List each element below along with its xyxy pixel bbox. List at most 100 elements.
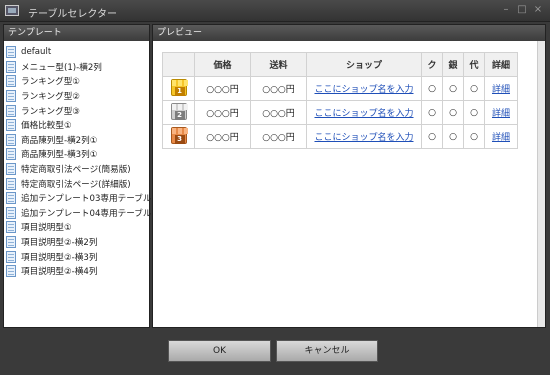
list-item[interactable]: ランキング型③ (6, 103, 147, 118)
column-header-cod: 代 (463, 52, 485, 77)
list-item[interactable]: ランキング型① (6, 74, 147, 89)
detail-cell: 詳細 (484, 124, 518, 149)
template-label: 商品陳列型-横2列① (21, 135, 98, 146)
rank-number: 1 (174, 86, 185, 96)
cod-cell: ○ (463, 100, 485, 125)
list-item[interactable]: 項目説明型②-横2列 (6, 235, 147, 250)
column-header-price: 価格 (194, 52, 251, 77)
app-icon (5, 5, 19, 16)
bank-cell: ○ (442, 124, 464, 149)
shipping-cell: ○○○円 (250, 124, 307, 149)
template-label: 項目説明型① (21, 223, 72, 234)
shipping-cell: ○○○円 (250, 100, 307, 125)
shop-link[interactable]: ここにショップ名を入力 (314, 133, 413, 143)
detail-cell: 詳細 (484, 76, 518, 101)
document-icon (6, 46, 16, 59)
silver-crown-icon: 2 (170, 102, 188, 120)
minimize-icon[interactable]: – (500, 4, 512, 16)
list-item[interactable]: 価格比較型① (6, 118, 147, 133)
table-row: 2 ○○○円 ○○○円 ここにショップ名を入力 ○ ○ ○ 詳細 (162, 100, 518, 125)
template-label: ランキング型② (21, 92, 81, 103)
document-icon (6, 148, 16, 161)
price-cell: ○○○円 (194, 76, 251, 101)
template-label: メニュー型(1)-横2列 (21, 62, 102, 73)
list-item[interactable]: 商品陳列型-横3列① (6, 147, 147, 162)
preview-panel: プレビュー 価格 送料 ショップ ク 銀 代 詳細 1 ○○○円 ○○○円 ここ… (152, 24, 546, 328)
column-header-card: ク (421, 52, 443, 77)
price-cell: ○○○円 (194, 100, 251, 125)
template-label: 項目説明型②-横4列 (21, 267, 98, 278)
card-cell: ○ (421, 76, 443, 101)
table-row: 1 ○○○円 ○○○円 ここにショップ名を入力 ○ ○ ○ 詳細 (162, 76, 518, 101)
rank-cell: 2 (162, 100, 195, 125)
list-item[interactable]: ランキング型② (6, 89, 147, 104)
document-icon (6, 206, 16, 219)
template-label: default (21, 47, 52, 58)
card-cell: ○ (421, 100, 443, 125)
document-icon (6, 177, 16, 190)
dialog-footer (0, 330, 550, 375)
preview-panel-header: プレビュー (153, 25, 545, 41)
bank-cell: ○ (442, 100, 464, 125)
detail-link[interactable]: 詳細 (492, 85, 510, 95)
shipping-cell: ○○○円 (250, 76, 307, 101)
list-item[interactable]: 項目説明型②-横3列 (6, 249, 147, 264)
maximize-icon[interactable]: □ (516, 4, 528, 16)
bronze-crown-icon: 3 (170, 126, 188, 144)
rank-number: 3 (174, 134, 185, 144)
list-item[interactable]: 項目説明型②-横4列 (6, 264, 147, 279)
template-panel: テンプレート default メニュー型(1)-横2列 ランキング型① ランキン… (3, 24, 151, 328)
template-label: ランキング型③ (21, 106, 81, 117)
list-item[interactable]: メニュー型(1)-横2列 (6, 60, 147, 75)
template-label: 追加テンプレート04専用テーブル (21, 208, 152, 219)
rank-cell: 3 (162, 124, 195, 149)
price-cell: ○○○円 (194, 124, 251, 149)
list-item[interactable]: 項目説明型① (6, 220, 147, 235)
shop-link[interactable]: ここにショップ名を入力 (314, 85, 413, 95)
shop-cell: ここにショップ名を入力 (306, 124, 422, 149)
list-item[interactable]: default (6, 45, 147, 60)
shop-link[interactable]: ここにショップ名を入力 (314, 109, 413, 119)
document-icon (6, 104, 16, 117)
shop-cell: ここにショップ名を入力 (306, 100, 422, 125)
shop-cell: ここにショップ名を入力 (306, 76, 422, 101)
column-header-bank: 銀 (442, 52, 464, 77)
template-label: ランキング型① (21, 77, 81, 88)
template-list: default メニュー型(1)-横2列 ランキング型① ランキング型② ランキ… (4, 41, 151, 279)
document-icon (6, 75, 16, 88)
template-label: 追加テンプレート03専用テーブル (21, 194, 152, 205)
detail-link[interactable]: 詳細 (492, 109, 510, 119)
document-icon (6, 192, 16, 205)
vertical-scrollbar[interactable] (537, 41, 545, 327)
gold-crown-icon: 1 (170, 78, 188, 96)
template-label: 特定商取引法ページ(簡易版) (21, 165, 131, 176)
ok-button[interactable]: OK (168, 340, 271, 362)
list-item[interactable]: 追加テンプレート04専用テーブル (6, 206, 151, 221)
list-item[interactable]: 追加テンプレート03専用テーブル (6, 191, 151, 206)
cod-cell: ○ (463, 124, 485, 149)
card-cell: ○ (421, 124, 443, 149)
document-icon (6, 236, 16, 249)
bank-cell: ○ (442, 76, 464, 101)
list-item[interactable]: 商品陳列型-横2列① (6, 133, 147, 148)
document-icon (6, 221, 16, 234)
document-icon (6, 250, 16, 263)
table-header-row: 価格 送料 ショップ ク 銀 代 詳細 (162, 52, 518, 77)
list-item[interactable]: 特定商取引法ページ(詳細版) (6, 176, 147, 191)
list-item[interactable]: 特定商取引法ページ(簡易版) (6, 162, 147, 177)
document-icon (6, 90, 16, 103)
template-label: 項目説明型②-横2列 (21, 238, 98, 249)
rank-cell: 1 (162, 76, 195, 101)
template-label: 商品陳列型-横3列① (21, 150, 98, 161)
detail-link[interactable]: 詳細 (492, 133, 510, 143)
document-icon (6, 119, 16, 132)
cancel-button[interactable]: キャンセル (276, 340, 378, 362)
document-icon (6, 163, 16, 176)
preview-table: 価格 送料 ショップ ク 銀 代 詳細 1 ○○○円 ○○○円 ここにショップ名… (162, 52, 518, 149)
column-header-shop: ショップ (306, 52, 422, 77)
table-row: 3 ○○○円 ○○○円 ここにショップ名を入力 ○ ○ ○ 詳細 (162, 124, 518, 149)
title-bar: テーブルセレクター – □ × (0, 0, 550, 22)
close-icon[interactable]: × (532, 4, 544, 16)
window-title: テーブルセレクター (28, 9, 117, 20)
template-label: 項目説明型②-横3列 (21, 252, 98, 263)
